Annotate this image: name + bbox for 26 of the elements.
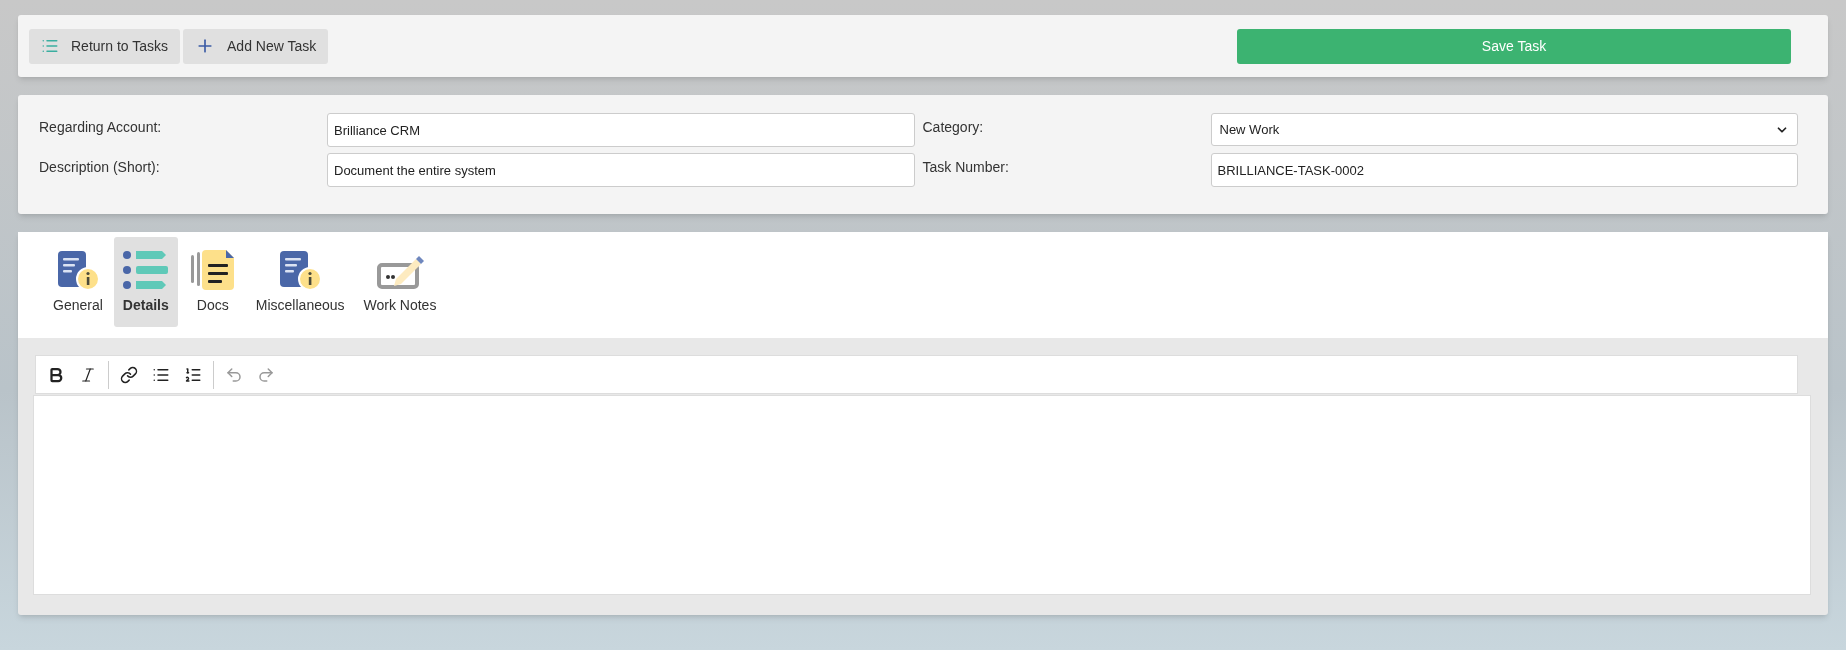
undo-icon (225, 365, 243, 384)
tab[interactable]: General (45, 237, 111, 327)
link-icon (120, 365, 138, 384)
tab[interactable]: Work Notes (355, 237, 445, 327)
document-info-icon (55, 248, 100, 291)
document-icon (188, 248, 237, 291)
text-input[interactable]: BRILLIANCE-TASK-0002 (1210, 153, 1798, 187)
add-task-button[interactable]: Add New Task (183, 28, 329, 64)
redo-icon (257, 365, 275, 384)
list-icon (121, 248, 170, 291)
bold-icon (47, 365, 65, 384)
italic-icon (79, 365, 97, 384)
field-label: Category: (922, 118, 985, 137)
tab[interactable]: Docs (180, 237, 245, 327)
field-label: Task Number: (922, 158, 1010, 177)
field-label: Regarding Account: (39, 118, 163, 137)
field-label: Description (Short): (39, 158, 161, 177)
text-input[interactable]: Document the entire system (327, 153, 915, 187)
tab[interactable]: Details (113, 237, 178, 327)
return-button[interactable]: Return to Tasks (29, 28, 180, 64)
tab[interactable]: Miscellaneous (247, 237, 353, 327)
document-info-icon (278, 248, 323, 291)
list-icon (41, 37, 59, 55)
text-input[interactable]: Brilliance CRM (327, 113, 915, 147)
numbered-list-icon (184, 365, 202, 384)
category-select[interactable]: New Work (1210, 113, 1798, 146)
